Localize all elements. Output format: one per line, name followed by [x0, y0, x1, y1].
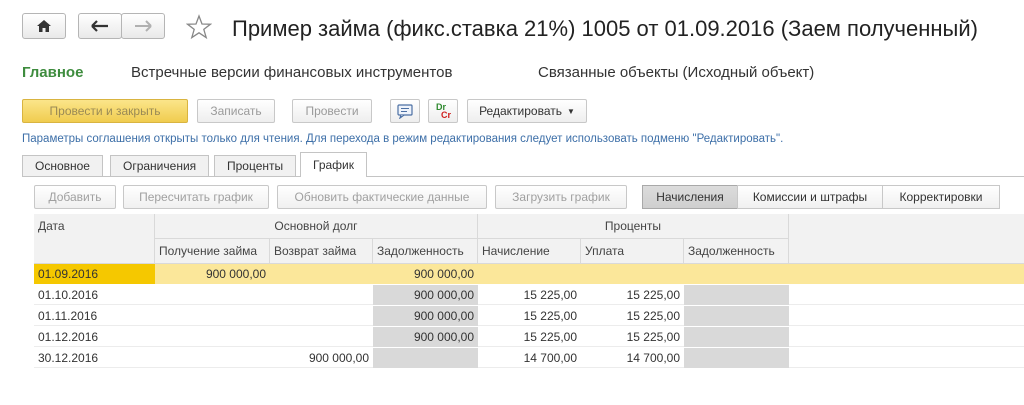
row5-receipt[interactable]: [155, 348, 270, 368]
header-date[interactable]: Дата: [34, 214, 155, 264]
chevron-down-icon: ▼: [566, 106, 575, 116]
header-interest-debt[interactable]: Задолженность: [684, 239, 789, 264]
tab-interest[interactable]: Проценты: [214, 155, 297, 176]
tab-main[interactable]: Основное: [22, 155, 103, 176]
recalculate-schedule-button[interactable]: Пересчитать график: [123, 185, 269, 209]
commissions-penalties-toggle[interactable]: Комиссии и штрафы: [737, 185, 883, 209]
section-related-objects[interactable]: Связанные объекты (Исходный объект): [538, 64, 814, 81]
row1-accrual[interactable]: [478, 264, 581, 284]
dr-cr-button[interactable]: Dr Cr: [428, 99, 458, 123]
accruals-toggle[interactable]: Начисления: [642, 185, 738, 209]
row4-accrual[interactable]: 15 225,00: [478, 327, 581, 347]
row2-repayment[interactable]: [270, 285, 373, 305]
row5-accrual[interactable]: 14 700,00: [478, 348, 581, 368]
header-principal-debt[interactable]: Задолженность: [373, 239, 478, 264]
tab-schedule[interactable]: График: [300, 152, 367, 177]
arrow-right-icon: [135, 20, 152, 32]
arrow-left-icon: [91, 20, 108, 32]
row2-interest-debt[interactable]: [684, 285, 789, 305]
row3-receipt[interactable]: [155, 306, 270, 326]
row5-principal-debt[interactable]: [373, 348, 478, 368]
row4-repayment[interactable]: [270, 327, 373, 347]
row1-principal-debt[interactable]: 900 000,00: [373, 264, 478, 284]
row3-payment[interactable]: 15 225,00: [581, 306, 684, 326]
header-payment[interactable]: Уплата: [581, 239, 684, 264]
row1-date[interactable]: 01.09.2016: [34, 264, 155, 284]
row4-date[interactable]: 01.12.2016: [34, 327, 155, 347]
add-button[interactable]: Добавить: [34, 185, 116, 209]
edit-menu-label: Редактировать: [479, 104, 562, 118]
row2-payment[interactable]: 15 225,00: [581, 285, 684, 305]
row5-interest-debt[interactable]: [684, 348, 789, 368]
row4-receipt[interactable]: [155, 327, 270, 347]
favorite-star-icon[interactable]: [185, 14, 213, 45]
back-button[interactable]: [78, 13, 122, 39]
readonly-info-text: Параметры соглашения открыты только для …: [22, 133, 784, 145]
row5-date[interactable]: 30.12.2016: [34, 348, 155, 368]
edit-menu-button[interactable]: Редактировать ▼: [467, 99, 587, 123]
row1-payment[interactable]: [581, 264, 684, 284]
row3-interest-debt[interactable]: [684, 306, 789, 326]
forward-button[interactable]: [121, 13, 165, 39]
row5-payment[interactable]: 14 700,00: [581, 348, 684, 368]
schedule-table[interactable]: Дата Основной долг Получение займа Возвр…: [34, 214, 1024, 374]
row4-principal-debt[interactable]: 900 000,00: [373, 327, 478, 347]
header-repayment[interactable]: Возврат займа: [270, 239, 373, 264]
row2-principal-debt[interactable]: 900 000,00: [373, 285, 478, 305]
home-icon: [37, 20, 51, 32]
comment-button[interactable]: [390, 99, 420, 123]
tab-divider: [22, 176, 1024, 177]
row3-accrual[interactable]: 15 225,00: [478, 306, 581, 326]
post-and-close-button[interactable]: Провести и закрыть: [22, 99, 188, 123]
section-counter-versions[interactable]: Встречные версии финансовых инструментов: [131, 64, 452, 81]
row4-payment[interactable]: 15 225,00: [581, 327, 684, 347]
row1-receipt[interactable]: 900 000,00: [155, 264, 270, 284]
tab-limits[interactable]: Ограничения: [110, 155, 210, 176]
save-button[interactable]: Записать: [197, 99, 275, 123]
header-filler: [789, 214, 1024, 264]
post-button[interactable]: Провести: [292, 99, 372, 123]
update-actual-data-button[interactable]: Обновить фактические данные: [277, 185, 487, 209]
row5-repayment[interactable]: 900 000,00: [270, 348, 373, 368]
section-main[interactable]: Главное: [22, 64, 83, 81]
header-interest-group: Проценты: [478, 214, 789, 239]
row3-repayment[interactable]: [270, 306, 373, 326]
comment-icon: [397, 104, 413, 119]
load-schedule-button[interactable]: Загрузить график: [495, 185, 627, 209]
header-accrual[interactable]: Начисление: [478, 239, 581, 264]
cr-label: Cr: [440, 110, 451, 120]
row2-receipt[interactable]: [155, 285, 270, 305]
row3-principal-debt[interactable]: 900 000,00: [373, 306, 478, 326]
row2-date[interactable]: 01.10.2016: [34, 285, 155, 305]
row3-date[interactable]: 01.11.2016: [34, 306, 155, 326]
row4-interest-debt[interactable]: [684, 327, 789, 347]
window-title: Пример займа (фикс.ставка 21%) 1005 от 0…: [232, 16, 978, 41]
row1-interest-debt[interactable]: [684, 264, 789, 284]
row2-accrual[interactable]: 15 225,00: [478, 285, 581, 305]
header-principal-group: Основной долг: [155, 214, 478, 239]
corrections-toggle[interactable]: Корректировки: [882, 185, 1000, 209]
header-receipt[interactable]: Получение займа: [155, 239, 270, 264]
home-button[interactable]: [22, 13, 66, 39]
row1-repayment[interactable]: [270, 264, 373, 284]
